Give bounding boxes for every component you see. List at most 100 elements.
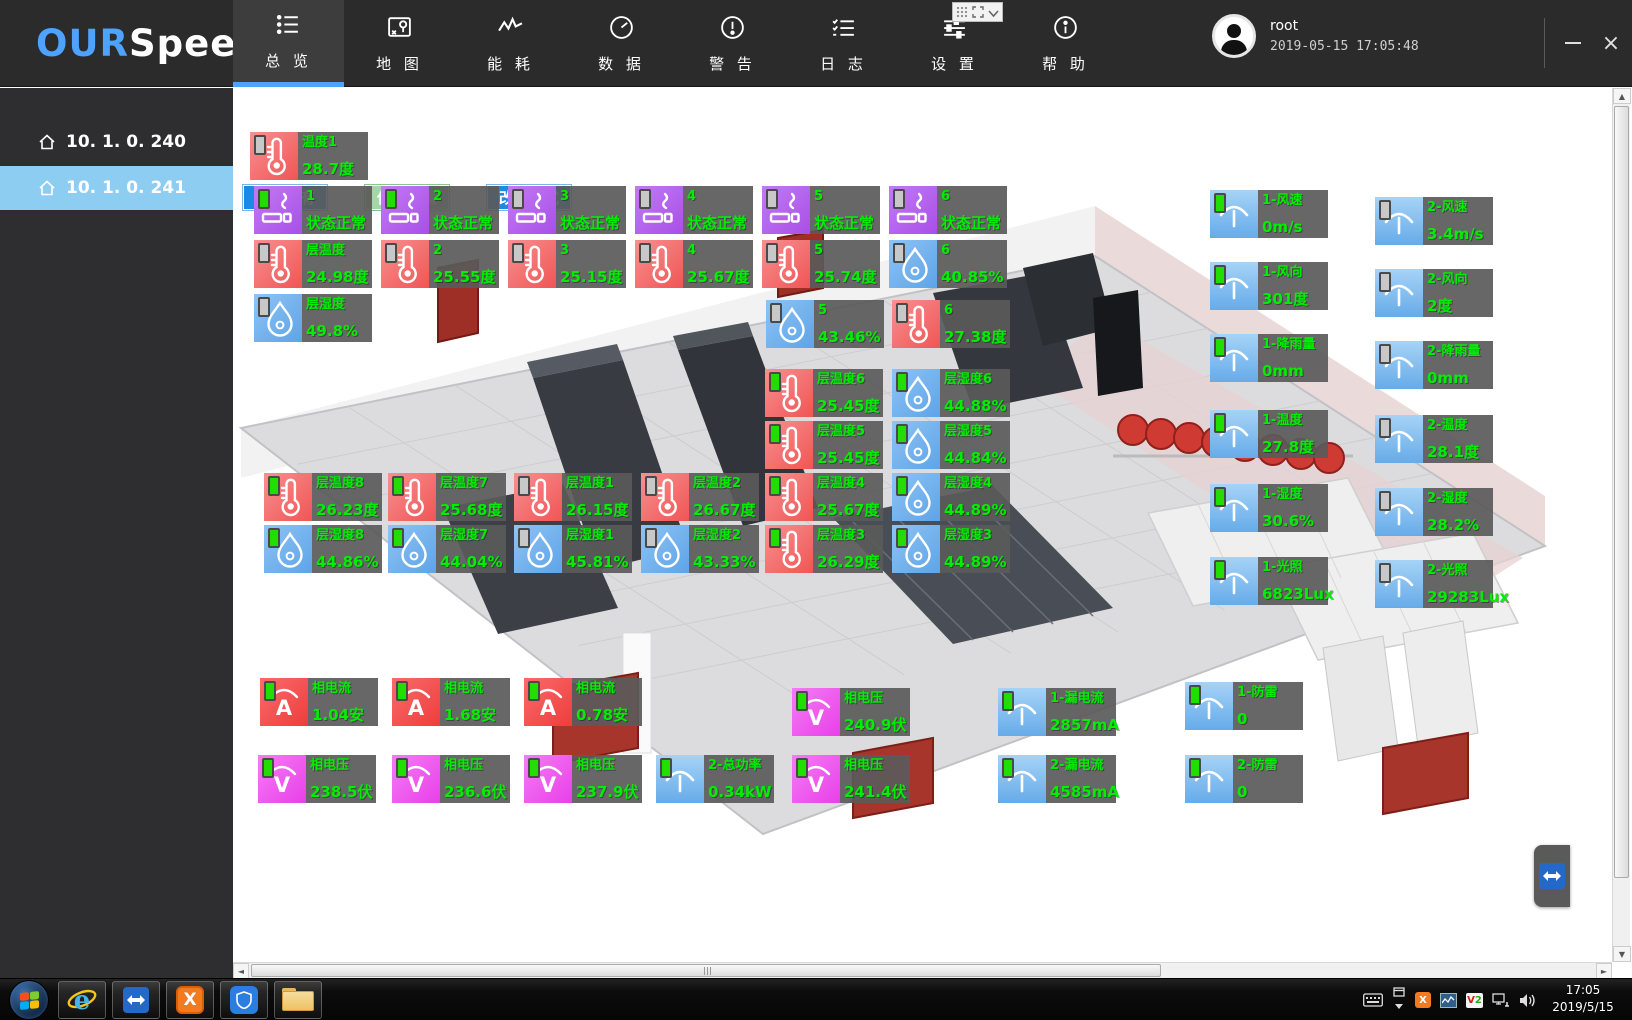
- sensor-widget[interactable]: 层温度126.15度: [514, 473, 632, 521]
- sensor-widget[interactable]: 425.67度: [635, 240, 753, 288]
- scroll-up-button[interactable]: ▲: [1613, 88, 1631, 104]
- grid-icon[interactable]: [956, 3, 968, 22]
- sensor-widget[interactable]: V相电压241.4伏: [792, 755, 910, 803]
- sensor-widget[interactable]: 2-风速3.4m/s: [1375, 197, 1493, 245]
- taskbar-app-internet-explorer[interactable]: e: [58, 981, 106, 1019]
- sensor-widget[interactable]: 层湿度444.89%: [892, 473, 1010, 521]
- sensor-widget[interactable]: 225.55度: [381, 240, 499, 288]
- close-button[interactable]: ×: [1596, 28, 1626, 58]
- tab-log[interactable]: 日 志: [788, 0, 899, 87]
- sensor-widget[interactable]: 325.15度: [508, 240, 626, 288]
- start-button[interactable]: [9, 980, 49, 1020]
- sensor-widget[interactable]: 层湿度644.88%: [892, 369, 1010, 417]
- sensor-widget[interactable]: 1-湿度30.6%: [1210, 484, 1328, 532]
- scroll-down-button[interactable]: ▼: [1613, 946, 1631, 962]
- sensor-value: 28.7度: [302, 160, 365, 178]
- tab-warning[interactable]: 警 告: [677, 0, 788, 87]
- sensor-widget[interactable]: 1-风向301度: [1210, 262, 1328, 310]
- chevron-down-icon[interactable]: [988, 3, 999, 22]
- sensor-widget[interactable]: 2-温度28.1度: [1375, 415, 1493, 463]
- sensor-widget[interactable]: 层温度525.45度: [765, 421, 883, 469]
- sensor-readout: 2-总功率0.34kW: [704, 755, 774, 803]
- tab-map[interactable]: 地 图: [344, 0, 455, 87]
- taskbar-app-teamviewer[interactable]: [112, 981, 160, 1019]
- sensor-widget[interactable]: 温度128.7度: [250, 132, 368, 180]
- sensor-widget[interactable]: 640.85%: [889, 240, 1007, 288]
- sensor-widget[interactable]: 2-总功率0.34kW: [656, 755, 774, 803]
- taskbar-app-security-shield[interactable]: [220, 981, 268, 1019]
- log-icon: [830, 14, 857, 45]
- sensor-widget[interactable]: 层湿度145.81%: [514, 525, 632, 573]
- sensor-widget[interactable]: A相电流0.78安: [524, 678, 642, 726]
- sensor-widget[interactable]: 2-光照29283Lux: [1375, 560, 1493, 608]
- sensor-widget[interactable]: 层湿度243.33%: [641, 525, 759, 573]
- vertical-scrollbar[interactable]: ▲ ▼: [1612, 88, 1630, 962]
- smoke-icon: [508, 186, 556, 234]
- horizontal-scroll-thumb[interactable]: [251, 964, 1161, 977]
- sensor-widget[interactable]: 1-光照6823Lux: [1210, 557, 1328, 605]
- vertical-scroll-thumb[interactable]: [1614, 106, 1629, 878]
- sensor-widget[interactable]: 层温度826.23度: [264, 473, 382, 521]
- horizontal-scrollbar[interactable]: ◄ ►: [233, 962, 1612, 978]
- tray-xampp-tray[interactable]: X: [1415, 992, 1431, 1008]
- sensor-widget[interactable]: 2-风向2度: [1375, 269, 1493, 317]
- sensor-widget[interactable]: V相电压237.9伏: [524, 755, 642, 803]
- sensor-widget[interactable]: 525.74度: [762, 240, 880, 288]
- sensor-widget[interactable]: 2-漏电流4585mA: [998, 755, 1116, 803]
- sensor-widget[interactable]: 6状态正常: [889, 186, 1007, 234]
- minimize-button[interactable]: [1558, 28, 1588, 58]
- sensor-widget[interactable]: 层温度425.67度: [765, 473, 883, 521]
- taskbar-app-xampp[interactable]: X: [166, 981, 214, 1019]
- tab-gauge[interactable]: 数 据: [566, 0, 677, 87]
- expand-icon[interactable]: [972, 3, 984, 22]
- tab-list[interactable]: 总 览: [233, 0, 344, 87]
- sensor-widget[interactable]: 1-漏电流2857mA: [998, 688, 1116, 736]
- tray-v2-tray[interactable]: V2: [1466, 993, 1483, 1008]
- tray-network-tray[interactable]: [1492, 993, 1510, 1008]
- sensor-widget[interactable]: 2-湿度28.2%: [1375, 488, 1493, 536]
- sensor-widget[interactable]: 层湿度344.89%: [892, 525, 1010, 573]
- sensor-widget[interactable]: A相电流1.68安: [392, 678, 510, 726]
- sensor-widget[interactable]: V相电压238.5伏: [258, 755, 376, 803]
- teamviewer-panel-handle[interactable]: [1534, 845, 1570, 907]
- sensor-widget[interactable]: 2-降雨量0mm: [1375, 341, 1493, 389]
- sensor-widget[interactable]: 层温度326.29度: [765, 525, 883, 573]
- user-avatar[interactable]: [1212, 14, 1256, 58]
- sensor-widget[interactable]: 1-风速0m/s: [1210, 190, 1328, 238]
- sensor-widget[interactable]: 3状态正常: [508, 186, 626, 234]
- sensor-widget[interactable]: 5状态正常: [762, 186, 880, 234]
- sensor-widget[interactable]: 2-防雷0: [1185, 755, 1303, 803]
- sensor-widget[interactable]: 层温度725.68度: [388, 473, 506, 521]
- tab-help[interactable]: 帮 助: [1010, 0, 1121, 87]
- sensor-widget[interactable]: 2状态正常: [381, 186, 499, 234]
- sensor-readout: 层温度326.29度: [813, 525, 883, 573]
- sensor-widget[interactable]: 627.38度: [892, 300, 1010, 348]
- tray-monitor-tray[interactable]: [1440, 993, 1457, 1008]
- sensor-widget[interactable]: 层湿度544.84%: [892, 421, 1010, 469]
- tab-energy[interactable]: 能 耗: [455, 0, 566, 87]
- sensor-widget[interactable]: 层湿度844.86%: [264, 525, 382, 573]
- tray-hidden-icons[interactable]: [1392, 987, 1406, 1013]
- sensor-widget[interactable]: 543.46%: [766, 300, 884, 348]
- scroll-left-button[interactable]: ◄: [233, 963, 249, 979]
- tray-volume-tray[interactable]: [1519, 993, 1536, 1008]
- sensor-widget[interactable]: V相电压240.9伏: [792, 688, 910, 736]
- floating-mini-toolbar[interactable]: [952, 2, 1003, 22]
- scroll-right-button[interactable]: ►: [1596, 963, 1612, 979]
- sensor-widget[interactable]: 层湿度744.04%: [388, 525, 506, 573]
- sidebar-item-device-1[interactable]: 10. 1. 0. 241: [0, 166, 233, 210]
- sensor-widget[interactable]: 4状态正常: [635, 186, 753, 234]
- tray-keyboard[interactable]: [1363, 993, 1383, 1007]
- sensor-widget[interactable]: 1状态正常: [254, 186, 372, 234]
- sensor-widget[interactable]: 1-温度27.8度: [1210, 410, 1328, 458]
- sensor-widget[interactable]: 层温度226.67度: [641, 473, 759, 521]
- sensor-widget[interactable]: A相电流1.04安: [260, 678, 378, 726]
- sensor-widget[interactable]: 层温度625.45度: [765, 369, 883, 417]
- sensor-widget[interactable]: 1-降雨量0mm: [1210, 334, 1328, 382]
- sensor-widget[interactable]: 层温度24.98度: [254, 240, 372, 288]
- sensor-widget[interactable]: V相电压236.6伏: [392, 755, 510, 803]
- sensor-widget[interactable]: 层湿度49.8%: [254, 294, 372, 342]
- sidebar-item-device-0[interactable]: 10. 1. 0. 240: [0, 120, 233, 164]
- sensor-widget[interactable]: 1-防雷0: [1185, 682, 1303, 730]
- taskbar-app-file-explorer[interactable]: [274, 981, 322, 1019]
